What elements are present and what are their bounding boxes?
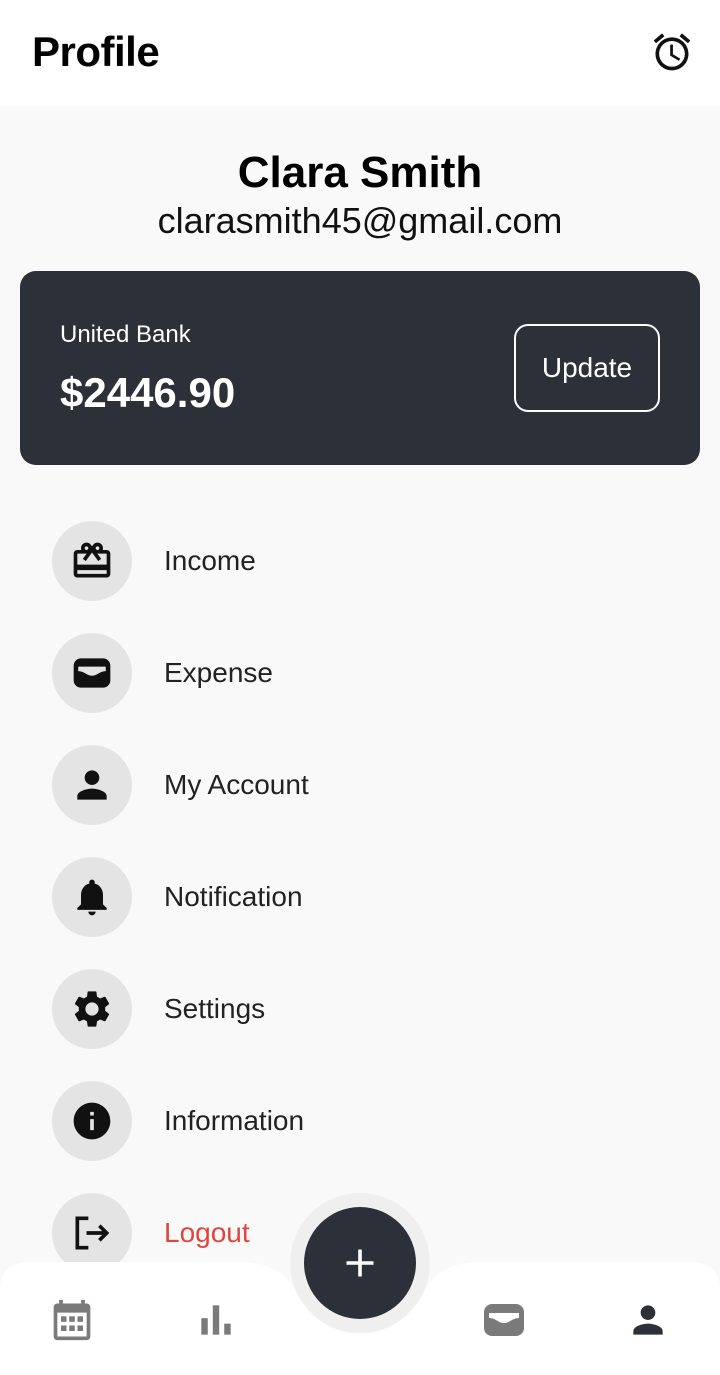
menu-item-settings[interactable]: Settings: [52, 969, 672, 1049]
menu-item-income[interactable]: Income: [52, 521, 672, 601]
user-name: Clara Smith: [237, 148, 483, 197]
menu-label: Income: [164, 545, 256, 576]
nav-statistics[interactable]: [188, 1292, 244, 1348]
alarm-clock-icon: [653, 33, 691, 71]
bell-icon: [77, 879, 107, 916]
menu-label: Expense: [164, 657, 273, 688]
menu-icon-circle: [52, 857, 132, 937]
update-button[interactable]: Update: [514, 324, 660, 412]
bar-chart-icon: [201, 1305, 231, 1335]
info-icon: [73, 1102, 111, 1140]
app-bar: Profile: [0, 0, 720, 106]
user-email: clarasmith45@gmail.com: [157, 200, 563, 241]
plus-icon: [346, 1249, 374, 1277]
menu-label: My Account: [164, 769, 309, 800]
add-transaction-button[interactable]: [304, 1207, 416, 1319]
gift-card-icon: [73, 542, 111, 578]
alarm-button[interactable]: [646, 26, 698, 78]
person-icon: [633, 1305, 663, 1335]
menu-label: Information: [164, 1105, 305, 1136]
wallet-icon: [73, 658, 111, 688]
menu-item-notification[interactable]: Notification: [52, 857, 672, 937]
nav-wallet[interactable]: [476, 1292, 532, 1348]
gear-icon: [74, 991, 110, 1027]
menu-label: Settings: [164, 993, 266, 1024]
menu-icon-circle: [52, 521, 132, 601]
menu-icon-circle: [52, 969, 132, 1049]
bank-balance-card: United Bank $2446.90 Update: [20, 271, 700, 465]
menu-item-my-account[interactable]: My Account: [52, 745, 672, 825]
page-title: Profile: [32, 28, 160, 75]
menu-icon-circle: [52, 633, 132, 713]
menu-icon-circle: [52, 1193, 132, 1273]
menu-icon-circle: [52, 745, 132, 825]
menu-label: Logout: [164, 1217, 250, 1248]
logout-icon: [75, 1216, 110, 1250]
bank-name: United Bank: [60, 321, 191, 348]
menu-item-information[interactable]: Information: [52, 1081, 672, 1161]
menu-item-expense[interactable]: Expense: [52, 633, 672, 713]
balance-amount: $2446.90: [60, 369, 236, 416]
calendar-icon: [53, 1299, 91, 1341]
wallet-icon: [484, 1304, 524, 1336]
menu-icon-circle: [52, 1081, 132, 1161]
nav-profile[interactable]: [620, 1292, 676, 1348]
menu-label: Notification: [164, 881, 303, 912]
nav-calendar[interactable]: [44, 1292, 100, 1348]
profile-screen: Profile Clara Smith clarasmith45@gmail.c…: [0, 0, 720, 1375]
person-icon: [77, 770, 107, 800]
